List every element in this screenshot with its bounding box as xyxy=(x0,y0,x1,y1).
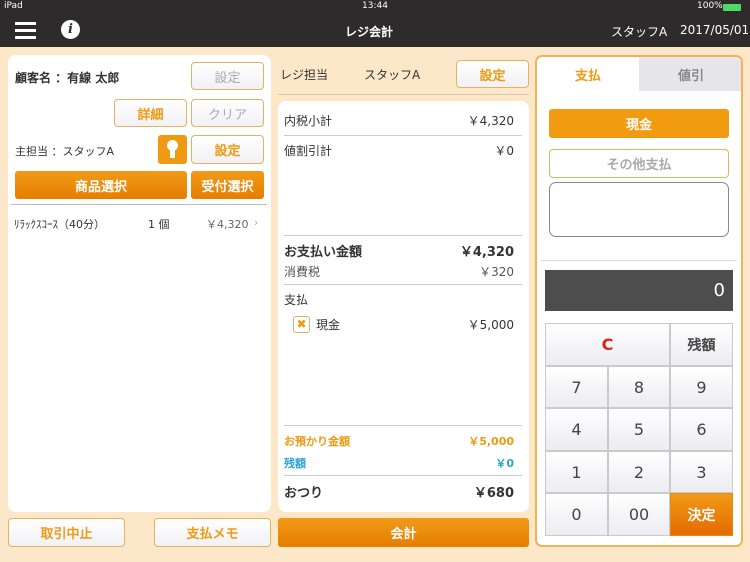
payment-memo-button[interactable]: 支払メモ xyxy=(154,518,271,547)
battery-label: 100% xyxy=(697,1,723,11)
total-label: お支払い金額 xyxy=(284,245,363,260)
chevron-right-icon: › xyxy=(254,216,259,229)
enter-key[interactable]: 決定 xyxy=(670,493,733,536)
received-label: お預かり金額 xyxy=(284,435,350,448)
key-00[interactable]: 00 xyxy=(608,493,670,536)
info-icon[interactable]: i xyxy=(61,20,80,39)
discount-value: ￥0 xyxy=(494,144,514,158)
tab-payment[interactable]: 支払 xyxy=(537,57,639,91)
cancel-transaction-button[interactable]: 取引中止 xyxy=(8,518,125,547)
payment-label: 支払 xyxy=(284,293,309,307)
key-8[interactable]: 8 xyxy=(608,366,670,408)
tax-value: ￥320 xyxy=(479,265,514,279)
header-staff: スタッフA xyxy=(611,25,668,39)
payment-amount: ￥5,000 xyxy=(467,318,514,332)
product-select-button[interactable]: 商品選択 xyxy=(15,171,187,199)
total-value: ￥4,320 xyxy=(459,245,514,260)
main-staff: 主担当 ：スタッフA xyxy=(15,145,115,158)
header-date: 2017/05/01 xyxy=(680,23,750,37)
item-qty: 1 個 xyxy=(148,218,170,231)
register-staff-label: レジ担当 xyxy=(280,68,329,82)
app-header: i レジ会計 スタッフA 2017/05/01 xyxy=(0,14,750,47)
device-label: iPad xyxy=(4,1,23,11)
key-6[interactable]: 6 xyxy=(670,408,733,451)
clear-key[interactable]: C xyxy=(545,323,670,366)
register-staff-set-button[interactable]: 設定 xyxy=(456,60,529,88)
key-2[interactable]: 2 xyxy=(608,451,670,493)
key-3[interactable]: 3 xyxy=(670,451,733,493)
remove-payment-icon[interactable]: ✖ xyxy=(293,316,310,333)
menu-icon[interactable] xyxy=(15,22,36,39)
change-value: ￥680 xyxy=(473,486,514,501)
payment-note-input[interactable] xyxy=(549,182,729,237)
cash-button[interactable]: 現金 xyxy=(549,109,729,138)
register-staff: スタッフA xyxy=(364,68,421,82)
key-0[interactable]: 0 xyxy=(545,493,608,536)
payment-row: ✖ 現金 ￥5,000 xyxy=(284,316,514,333)
staff-set-button[interactable]: 設定 xyxy=(191,135,264,164)
battery-icon xyxy=(723,4,741,11)
clear-button[interactable]: クリア xyxy=(191,99,264,127)
tab-discount[interactable]: 値引 xyxy=(639,57,741,91)
award-icon[interactable] xyxy=(158,135,187,164)
item-name: ﾘﾗｯｸｽｺｰｽ（40分） xyxy=(14,218,105,231)
customer-set-button[interactable]: 設定 xyxy=(191,62,264,90)
key-7[interactable]: 7 xyxy=(545,366,608,408)
discount-label: 値割引計 xyxy=(284,144,333,158)
subtotal-value: ￥4,320 xyxy=(467,114,514,128)
key-5[interactable]: 5 xyxy=(608,408,670,451)
clock: 13:44 xyxy=(362,1,388,11)
subtotal-label: 内税小計 xyxy=(284,114,333,128)
checkout-button[interactable]: 会計 xyxy=(278,518,529,547)
page-title: レジ会計 xyxy=(345,25,394,39)
payment-method: 現金 xyxy=(316,318,341,332)
balance-label: 残額 xyxy=(284,457,306,470)
received-value: ￥5,000 xyxy=(468,435,514,448)
status-bar: iPad 13:44 100% xyxy=(0,0,750,14)
balance-key[interactable]: 残額 xyxy=(670,323,733,366)
balance-value: ￥0 xyxy=(495,457,514,470)
reception-select-button[interactable]: 受付選択 xyxy=(191,171,264,199)
other-payment-button[interactable]: その他支払 xyxy=(549,149,729,178)
key-9[interactable]: 9 xyxy=(670,366,733,408)
key-4[interactable]: 4 xyxy=(545,408,608,451)
list-item[interactable]: ﾘﾗｯｸｽｺｰｽ（40分） 1 個 ￥4,320 › xyxy=(14,216,264,232)
customer-name: 顧客名 ：有線 太郎 xyxy=(15,71,120,85)
key-1[interactable]: 1 xyxy=(545,451,608,493)
item-price: ￥4,320 xyxy=(206,218,249,231)
amount-display: 0 xyxy=(545,270,733,311)
change-label: おつり xyxy=(284,486,324,501)
tax-label: 消費税 xyxy=(284,265,321,279)
detail-button[interactable]: 詳細 xyxy=(114,99,187,127)
